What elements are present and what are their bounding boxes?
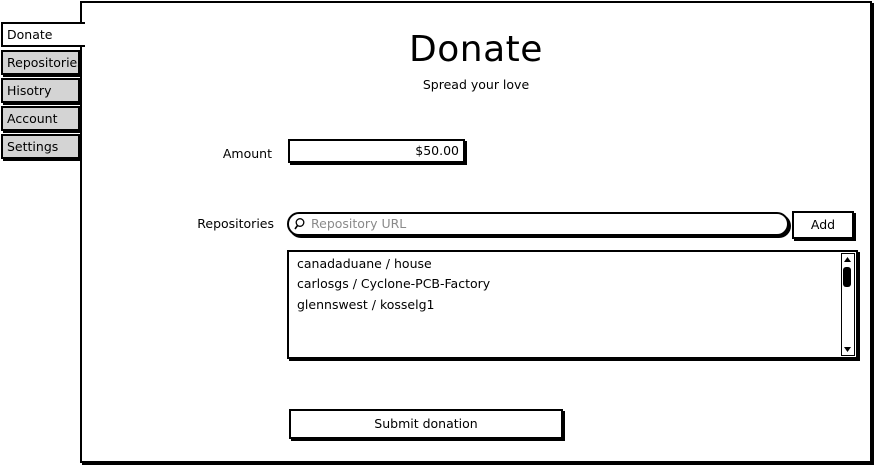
submit-donation-button[interactable]: Submit donation	[289, 409, 563, 439]
scroll-down-arrow-icon[interactable]	[842, 344, 853, 355]
repository-url-input[interactable]: Repository URL	[287, 212, 789, 236]
scrollbar[interactable]	[841, 253, 855, 356]
amount-label: Amount	[222, 146, 272, 161]
search-icon	[294, 218, 305, 230]
scroll-thumb[interactable]	[843, 267, 851, 287]
add-button[interactable]: Add	[792, 211, 854, 239]
scroll-up-arrow-icon[interactable]	[842, 254, 853, 265]
search-placeholder: Repository URL	[311, 216, 407, 231]
page-title: Donate	[409, 29, 543, 70]
list-item[interactable]: canadaduane / house	[297, 256, 432, 271]
tab-repositories[interactable]: Repositories	[1, 50, 80, 75]
tab-account[interactable]: Account	[1, 106, 80, 131]
page-subtitle: Spread your love	[422, 77, 530, 92]
repository-list: canadaduane / house carlosgs / Cyclone-P…	[287, 250, 858, 359]
repositories-label: Repositories	[197, 216, 274, 231]
tab-history[interactable]: Hisotry	[1, 78, 80, 103]
donate-panel: Donate Spread your love Amount $50.00 Re…	[80, 1, 872, 463]
list-item[interactable]: glennswest / kosselg1	[297, 297, 434, 312]
list-item[interactable]: carlosgs / Cyclone-PCB-Factory	[297, 276, 490, 291]
tab-donate[interactable]: Donate	[1, 22, 85, 47]
amount-input[interactable]: $50.00	[288, 139, 465, 163]
tab-settings[interactable]: Settings	[1, 134, 80, 159]
